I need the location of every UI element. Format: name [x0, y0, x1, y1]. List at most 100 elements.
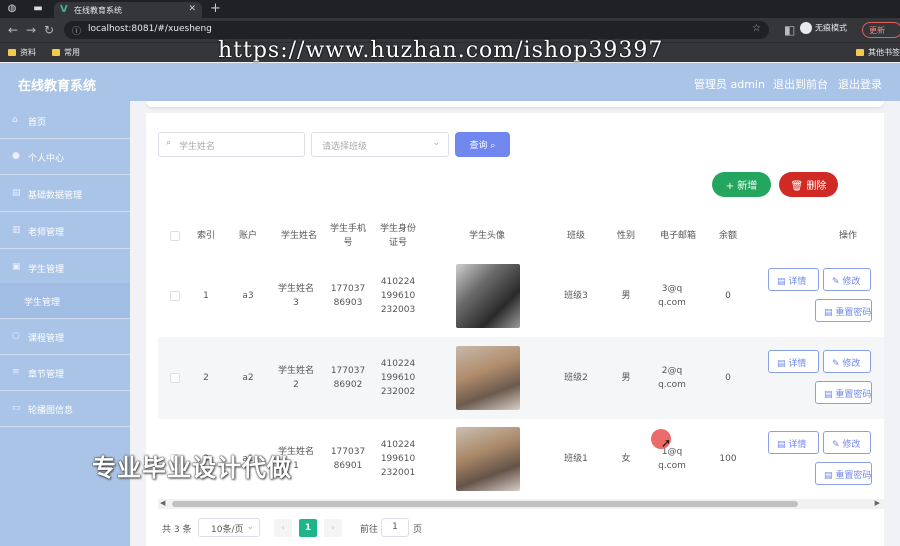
cell-balance: 100: [719, 454, 737, 464]
row-checkbox[interactable]: [170, 373, 180, 383]
reset-password-button[interactable]: ▤ 重置密码: [815, 462, 872, 485]
sidebar-item-home[interactable]: ⌂ 首页: [0, 103, 130, 139]
new-tab-icon[interactable]: +: [210, 1, 221, 16]
header-id-card: 学生身份证号: [380, 224, 417, 248]
cell-email: 3@qq.com: [658, 284, 686, 308]
cell-index: 1: [203, 291, 209, 301]
pencil-icon: ✎: [832, 440, 840, 450]
data-icon: ▤: [12, 188, 21, 198]
breadcrumb-card: [146, 101, 884, 107]
scroll-right-icon[interactable]: ▶: [875, 499, 880, 507]
scrollbar-thumb[interactable]: [172, 501, 798, 507]
class-select-placeholder: 请选择班级: [322, 142, 368, 152]
sidebar-item-carousel[interactable]: ▭ 轮播图信息: [0, 391, 130, 427]
header-email: 电子邮箱: [659, 231, 696, 241]
detail-button[interactable]: ▤ 详情: [768, 268, 819, 291]
header-phone: 学生手机号: [330, 224, 367, 248]
folder-icon: [8, 49, 16, 56]
detail-button[interactable]: ▤ 详情: [768, 350, 819, 373]
header-avatar: 学生头像: [468, 231, 505, 241]
folder-icon: [856, 49, 864, 56]
header-name: 学生姓名: [280, 231, 317, 241]
delete-button[interactable]: 🗑 删除: [779, 172, 838, 197]
edit-button[interactable]: ✎ 修改: [823, 350, 871, 373]
class-select[interactable]: 请选择班级 ⌄: [311, 132, 449, 157]
back-to-front-link[interactable]: 退出到前台: [773, 76, 828, 92]
bookmark-folder-changyong[interactable]: 常用: [52, 47, 80, 58]
document-icon: ▤: [824, 308, 833, 318]
cell-balance: 0: [725, 291, 731, 301]
search-icon: ⌕: [166, 138, 172, 148]
url-text: localhost:8081/#/xuesheng: [88, 24, 212, 34]
cell-class: 班级1: [564, 454, 588, 464]
sidebar-item-teachers[interactable]: ▥ 老师管理: [0, 213, 130, 249]
goto-label: 前往: [360, 525, 379, 535]
chevron-down-icon: ⌄: [246, 522, 254, 532]
folder-icon: [52, 49, 60, 56]
bookmark-folder-ziliao[interactable]: 资料: [8, 47, 36, 58]
tab-strip-icon[interactable]: ▬: [32, 3, 44, 15]
scroll-left-icon[interactable]: ◀: [160, 499, 165, 507]
sidebar-item-basedata[interactable]: ▤ 基础数据管理: [0, 176, 130, 212]
header-index: 索引: [196, 231, 215, 241]
select-all-checkbox[interactable]: [170, 231, 180, 241]
logout-link[interactable]: 退出登录: [838, 76, 882, 92]
browser-tabbar: ◍ ▬ V 在线教育系统 ✕ +: [0, 0, 900, 18]
reload-icon[interactable]: ↻: [44, 23, 54, 37]
sidebar-item-profile[interactable]: ● 个人中心: [0, 139, 130, 175]
forward-icon[interactable]: →: [26, 23, 36, 37]
url-field[interactable]: ⓘ localhost:8081/#/xuesheng ☆: [64, 21, 769, 39]
document-icon: ▤: [824, 390, 833, 400]
cell-account: a2: [242, 373, 254, 383]
cell-balance: 0: [725, 373, 731, 383]
incognito-icon: [800, 22, 812, 34]
student-icon: ▣: [12, 262, 21, 272]
add-button[interactable]: + 新增: [712, 172, 771, 197]
incognito-indicator[interactable]: 无痕模式: [800, 22, 847, 34]
cell-id-card: 410224199610232001: [380, 440, 416, 478]
goto-page-input[interactable]: 1: [381, 518, 409, 537]
table-row: 2 a2 学生姓名2 17703786902 41022419961023200…: [158, 337, 884, 419]
prev-page-button[interactable]: ‹: [274, 519, 292, 537]
header-actions: 操作: [838, 231, 857, 241]
bookmark-folder-other[interactable]: 其他书签: [856, 47, 900, 58]
reset-password-button[interactable]: ▤ 重置密码: [815, 299, 872, 322]
edit-button[interactable]: ✎ 修改: [823, 268, 871, 291]
cell-phone: 17703786902: [330, 366, 366, 390]
next-page-button[interactable]: ›: [324, 519, 342, 537]
back-icon[interactable]: ←: [8, 23, 18, 37]
page-size-select[interactable]: 10条/页 ⌄: [198, 518, 260, 537]
page-suffix-label: 页: [413, 525, 423, 535]
sidebar-item-courses[interactable]: ○ 课程管理: [0, 319, 130, 355]
document-icon: ▤: [777, 359, 786, 369]
update-button[interactable]: 更新: [862, 22, 900, 38]
document-icon: ▤: [777, 440, 786, 450]
admin-label: 管理员 admin: [694, 78, 765, 91]
browser-globe-icon[interactable]: ◍: [6, 3, 18, 15]
home-icon: ⌂: [12, 115, 18, 125]
document-icon: ▤: [824, 471, 833, 481]
student-name-input[interactable]: ⌕ 学生姓名: [158, 132, 305, 157]
tab-close-icon[interactable]: ✕: [188, 4, 196, 14]
bookmark-star-icon[interactable]: ☆: [752, 23, 761, 34]
document-icon: ▤: [777, 277, 786, 287]
current-page-button[interactable]: 1: [299, 519, 317, 537]
header-class: 班级: [566, 231, 585, 241]
reset-password-button[interactable]: ▤ 重置密码: [815, 381, 872, 404]
user-icon: ●: [12, 151, 20, 161]
browser-tab[interactable]: V 在线教育系统 ✕: [54, 2, 202, 18]
row-checkbox[interactable]: [170, 291, 180, 301]
edit-button[interactable]: ✎ 修改: [823, 431, 871, 454]
app-header: 在线教育系统 管理员 admin 退出到前台 退出登录: [0, 63, 900, 101]
query-button[interactable]: 查询 ⌕: [455, 132, 510, 157]
site-info-icon[interactable]: ⓘ: [72, 24, 81, 37]
cell-id-card: 410224199610232003: [380, 277, 416, 315]
cell-gender: 男: [621, 373, 631, 383]
detail-button[interactable]: ▤ 详情: [768, 431, 819, 454]
sidepanel-icon[interactable]: ◧: [784, 23, 795, 37]
sidebar-item-students[interactable]: ▣ 学生管理: [0, 250, 130, 286]
sidebar-subitem-students[interactable]: 学生管理: [0, 283, 130, 319]
sidebar-item-chapters[interactable]: ≡ 章节管理: [0, 355, 130, 391]
cell-class: 班级3: [564, 291, 588, 301]
table-horizontal-scrollbar[interactable]: ◀ ▶: [158, 499, 884, 509]
